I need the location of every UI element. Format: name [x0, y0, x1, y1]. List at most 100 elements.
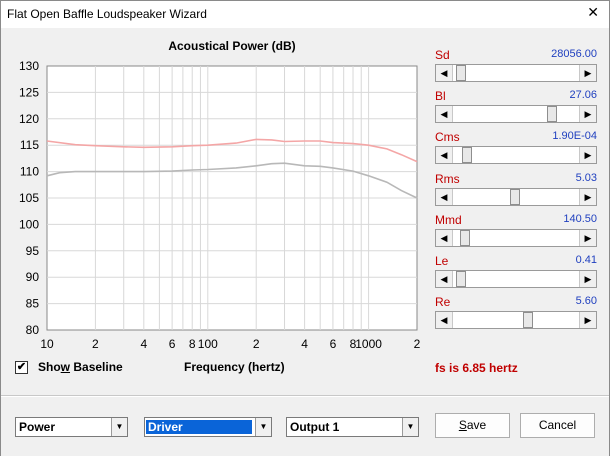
param-value: 0.41	[575, 254, 597, 266]
slider-thumb[interactable]	[456, 65, 467, 81]
y-tick-label: 95	[26, 244, 40, 258]
show-baseline-checkbox[interactable]: ✔	[15, 361, 28, 374]
slider-thumb[interactable]	[509, 188, 520, 205]
param-label: Cms	[435, 130, 460, 145]
x-axis-label: Frequency (hertz)	[184, 360, 285, 374]
x-tick-label: 2	[92, 337, 99, 351]
plot-type-value: Power	[19, 420, 56, 434]
slider-thumb[interactable]	[462, 147, 473, 164]
arrow-right-icon[interactable]: ▶	[580, 188, 596, 205]
slider-thumb[interactable]	[522, 312, 533, 329]
fs-resonance-text: fs is 6.85 hertz	[435, 361, 518, 375]
param-cms: Cms 1.90E-04 ◀ ▶	[435, 130, 597, 170]
slider-track[interactable]	[452, 312, 580, 329]
arrow-right-icon[interactable]: ▶	[580, 106, 596, 123]
param-re: Re 5.60 ◀ ▶	[435, 295, 597, 335]
param-slider[interactable]: ◀ ▶	[435, 228, 597, 247]
y-tick-label: 100	[19, 217, 39, 231]
slider-track[interactable]	[452, 65, 580, 81]
x-tick-label: 4	[140, 337, 147, 351]
close-icon[interactable]: ✕	[587, 4, 599, 21]
param-le: Le 0.41 ◀ ▶	[435, 254, 597, 294]
source-value: Driver	[146, 420, 252, 434]
arrow-right-icon[interactable]: ▶	[580, 271, 596, 287]
cancel-button[interactable]: Cancel	[520, 413, 595, 438]
param-sd: Sd 28056.00 ◀ ▶	[435, 48, 597, 88]
param-label: Sd	[435, 48, 450, 62]
power-chart: Acoustical Power (dB) 80 85 90 95 100 105 110 1…	[19, 39, 421, 351]
chevron-down-icon[interactable]: ▼	[111, 418, 127, 436]
y-tick-label: 80	[26, 323, 40, 337]
x-tick-label: 2	[414, 337, 421, 351]
x-tick-label: 10	[40, 337, 54, 351]
arrow-left-icon[interactable]: ◀	[436, 147, 452, 164]
x-tick-label: 8	[189, 337, 196, 351]
arrow-right-icon[interactable]: ▶	[580, 147, 596, 164]
slider-track[interactable]	[452, 188, 580, 205]
param-value: 1.90E-04	[552, 130, 597, 143]
param-value: 28056.00	[551, 48, 597, 60]
param-label: Rms	[435, 171, 460, 186]
arrow-left-icon[interactable]: ◀	[436, 65, 452, 81]
param-value: 140.50	[563, 212, 597, 225]
param-slider[interactable]: ◀ ▶	[435, 105, 597, 124]
x-tick-label: 100	[198, 337, 218, 351]
window-title: Flat Open Baffle Loudspeaker Wizard	[7, 7, 207, 21]
save-button[interactable]: Save	[435, 413, 510, 438]
slider-thumb[interactable]	[459, 229, 470, 246]
param-label: Mmd	[435, 212, 462, 227]
param-slider[interactable]: ◀ ▶	[435, 187, 597, 206]
title-bar: Flat Open Baffle Loudspeaker Wizard ✕	[1, 1, 609, 28]
arrow-left-icon[interactable]: ◀	[436, 271, 452, 287]
source-select[interactable]: Driver ▼	[144, 417, 272, 437]
param-label: Bl	[435, 89, 446, 104]
param-slider[interactable]: ◀ ▶	[435, 270, 597, 288]
param-rms: Rms 5.03 ◀ ▶	[435, 172, 597, 212]
show-baseline-label: Show Baseline	[38, 360, 123, 374]
param-slider[interactable]: ◀ ▶	[435, 146, 597, 165]
x-tick-label: 2	[253, 337, 260, 351]
param-label: Le	[435, 254, 449, 268]
y-tick-label: 115	[20, 138, 39, 152]
y-tick-label: 105	[19, 191, 39, 205]
slider-track[interactable]	[452, 147, 580, 164]
arrow-left-icon[interactable]: ◀	[436, 106, 452, 123]
param-mmd: Mmd 140.50 ◀ ▶	[435, 213, 597, 253]
wizard-window: Flat Open Baffle Loudspeaker Wizard ✕ Ac…	[0, 0, 610, 456]
arrow-right-icon[interactable]: ▶	[580, 229, 596, 246]
x-tick-label: 4	[301, 337, 308, 351]
param-value: 27.06	[569, 89, 597, 102]
arrow-right-icon[interactable]: ▶	[580, 312, 596, 329]
chevron-down-icon[interactable]: ▼	[255, 418, 271, 436]
arrow-left-icon[interactable]: ◀	[436, 188, 452, 205]
x-tick-label: 6	[330, 337, 337, 351]
param-slider[interactable]: ◀ ▶	[435, 311, 597, 330]
param-label: Re	[435, 295, 451, 310]
arrow-right-icon[interactable]: ▶	[580, 65, 596, 81]
y-tick-label: 130	[19, 59, 39, 73]
divider	[1, 395, 609, 397]
param-slider[interactable]: ◀ ▶	[435, 64, 597, 82]
chevron-down-icon[interactable]: ▼	[402, 418, 418, 436]
chart-title: Acoustical Power (dB)	[168, 39, 295, 53]
y-tick-label: 125	[19, 85, 39, 99]
param-bl: Bl 27.06 ◀ ▶	[435, 89, 597, 129]
output-value: Output 1	[290, 420, 340, 434]
main-panel: Acoustical Power (dB) 80 85 90 95 100 105 110 1…	[1, 28, 609, 456]
y-tick-label: 90	[26, 270, 40, 284]
slider-thumb[interactable]	[546, 106, 557, 123]
x-tick-label: 6	[169, 337, 176, 351]
param-value: 5.03	[575, 171, 597, 184]
slider-thumb[interactable]	[456, 271, 467, 287]
x-tick-label: 1000	[355, 337, 382, 351]
y-tick-label: 110	[20, 165, 39, 179]
slider-track[interactable]	[452, 229, 580, 246]
plot-type-select[interactable]: Power ▼	[15, 417, 128, 437]
arrow-left-icon[interactable]: ◀	[436, 229, 452, 246]
output-select[interactable]: Output 1 ▼	[286, 417, 419, 437]
arrow-left-icon[interactable]: ◀	[436, 312, 452, 329]
param-value: 5.60	[575, 295, 597, 308]
y-tick-label: 85	[26, 297, 40, 311]
slider-track[interactable]	[452, 271, 580, 287]
slider-track[interactable]	[452, 106, 580, 123]
